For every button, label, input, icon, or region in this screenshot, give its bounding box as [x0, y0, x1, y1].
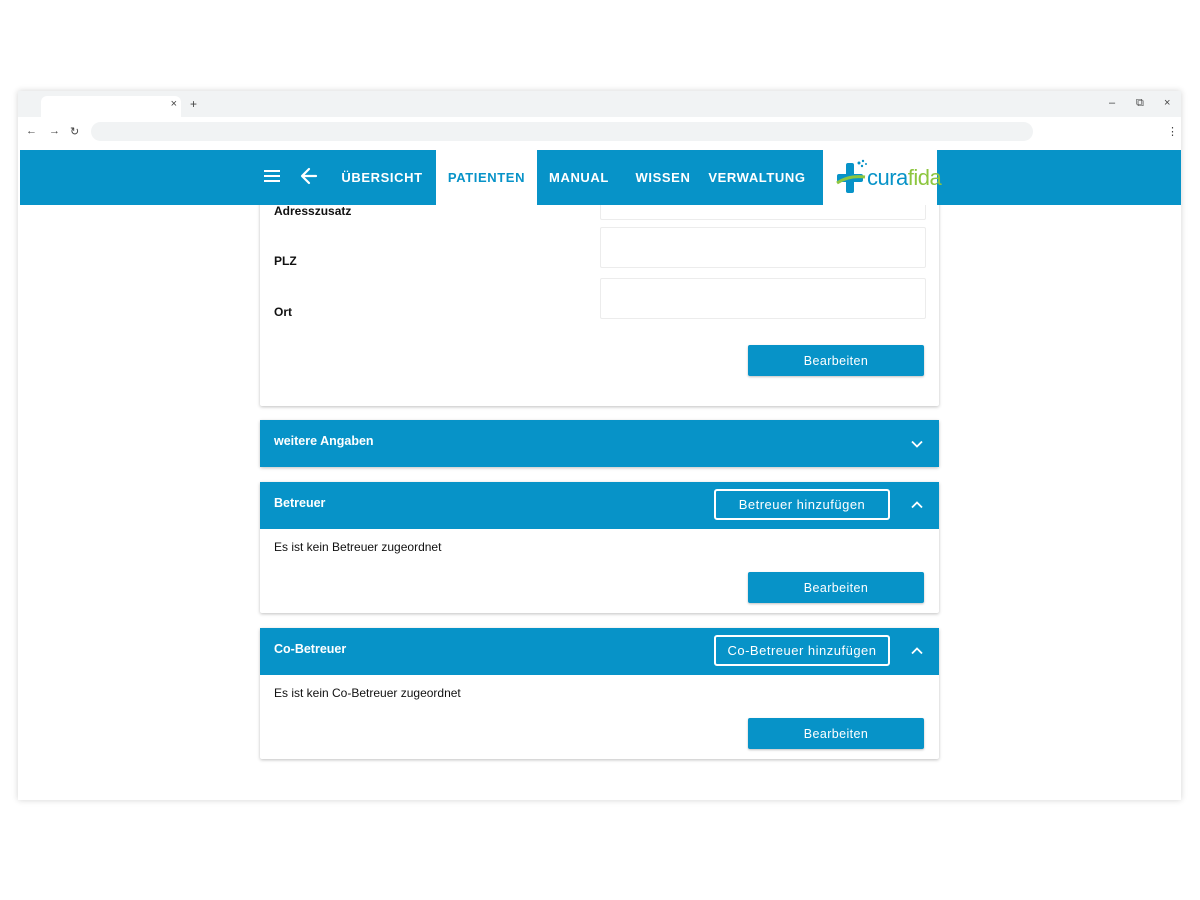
arrow-left-icon[interactable]	[299, 165, 319, 187]
co-betreuer-title: Co-Betreuer	[274, 642, 347, 656]
chevron-down-icon[interactable]	[911, 438, 923, 450]
nav-wissen[interactable]: WISSEN	[632, 150, 694, 205]
betreuer-panel: Betreuer Betreuer hinzufügen Es ist kein…	[260, 482, 939, 613]
plz-label: PLZ	[274, 254, 297, 268]
back-nav-icon[interactable]: ←	[26, 125, 37, 137]
plz-field[interactable]	[600, 227, 926, 268]
weitere-angaben-title: weitere Angaben	[274, 434, 374, 448]
browser-tab[interactable]: ×	[41, 96, 181, 117]
url-input[interactable]	[91, 122, 1033, 141]
logo-cross-icon	[836, 159, 867, 193]
new-tab-icon[interactable]: +	[190, 97, 197, 111]
reload-icon[interactable]: ↻	[70, 125, 79, 138]
weitere-angaben-panel: weitere Angaben	[260, 420, 939, 467]
menu-icon[interactable]	[264, 170, 280, 184]
chevron-up-icon[interactable]	[911, 645, 923, 657]
browser-window: × + – ⧉ × ← → ↻ ⋮ ÜBERSICHT PATIENTEN MA…	[18, 91, 1181, 800]
main-content: Adresszusatz PLZ Ort Bearbeiten weitere …	[18, 205, 1181, 800]
nav-uebersicht[interactable]: ÜBERSICHT	[336, 150, 428, 205]
app-header: ÜBERSICHT PATIENTEN MANUAL WISSEN VERWAL…	[20, 150, 1181, 205]
betreuer-header: Betreuer Betreuer hinzufügen	[260, 482, 939, 529]
tab-strip: × + – ⧉ ×	[18, 91, 1181, 117]
curafida-logo[interactable]: curafida	[823, 150, 942, 205]
nav-verwaltung[interactable]: VERWALTUNG	[708, 150, 806, 205]
betreuer-title: Betreuer	[274, 496, 326, 510]
ort-label: Ort	[274, 305, 292, 319]
chevron-up-icon[interactable]	[911, 499, 923, 511]
co-betreuer-panel: Co-Betreuer Co-Betreuer hinzufügen Es is…	[260, 628, 939, 759]
forward-nav-icon[interactable]: →	[49, 125, 60, 137]
restore-icon[interactable]: ⧉	[1136, 97, 1144, 110]
minimize-icon[interactable]: –	[1109, 97, 1115, 109]
browser-menu-icon[interactable]: ⋮	[1167, 125, 1178, 138]
address-bar: ← → ↻ ⋮	[18, 117, 1181, 147]
adresszusatz-field[interactable]	[600, 205, 926, 220]
betreuer-edit-button[interactable]: Bearbeiten	[748, 572, 924, 603]
adresszusatz-label: Adresszusatz	[274, 205, 352, 218]
betreuer-add-button[interactable]: Betreuer hinzufügen	[714, 489, 890, 520]
nav-manual[interactable]: MANUAL	[543, 150, 615, 205]
logo-wordmark: curafida	[867, 165, 942, 190]
co-betreuer-empty-text: Es ist kein Co-Betreuer zugeordnet	[274, 686, 461, 700]
address-edit-button[interactable]: Bearbeiten	[748, 345, 924, 376]
co-betreuer-add-button[interactable]: Co-Betreuer hinzufügen	[714, 635, 890, 666]
co-betreuer-edit-button[interactable]: Bearbeiten	[748, 718, 924, 749]
betreuer-empty-text: Es ist kein Betreuer zugeordnet	[274, 540, 442, 554]
weitere-angaben-header[interactable]: weitere Angaben	[260, 420, 939, 467]
address-card: Adresszusatz PLZ Ort Bearbeiten	[260, 205, 939, 406]
nav-patienten[interactable]: PATIENTEN	[436, 150, 537, 205]
close-window-icon[interactable]: ×	[1164, 97, 1170, 109]
ort-field[interactable]	[600, 278, 926, 319]
tab-close-icon[interactable]: ×	[171, 98, 177, 110]
co-betreuer-header: Co-Betreuer Co-Betreuer hinzufügen	[260, 628, 939, 675]
